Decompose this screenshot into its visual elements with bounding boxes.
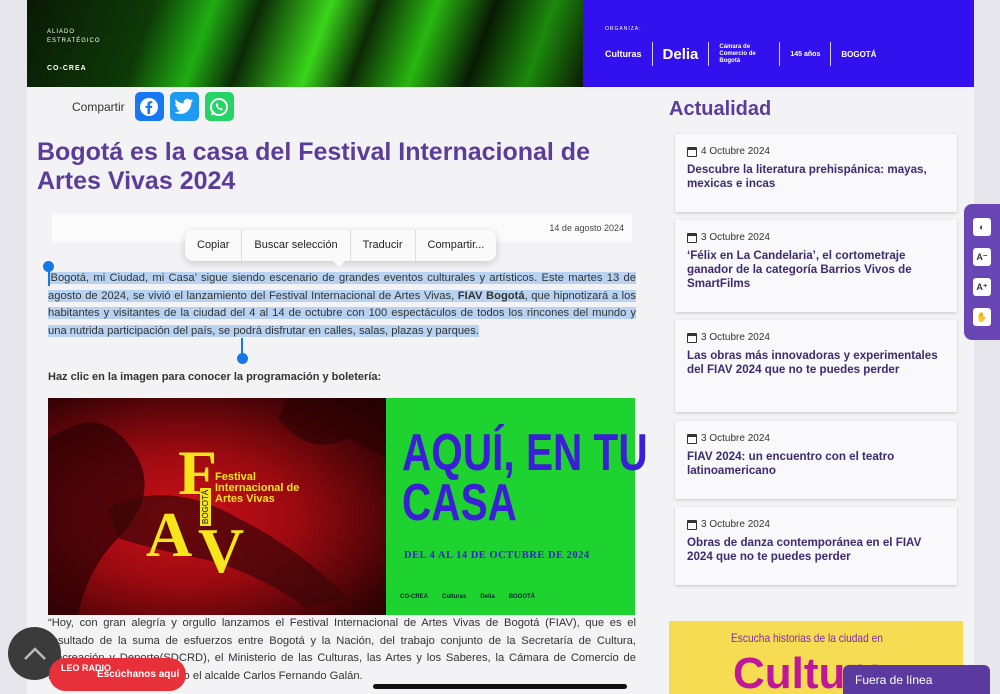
poster-logo-cocrea: CO-CREA — [400, 594, 428, 600]
copy-menu-item[interactable]: Copiar — [185, 230, 243, 261]
facebook-share-button[interactable] — [134, 92, 164, 121]
share-label: Compartir — [72, 99, 125, 114]
news-card-headline[interactable]: FIAV 2024: un encuentro con el teatro la… — [687, 450, 945, 478]
bogota-logo: BOGOTÁ — [841, 49, 877, 59]
news-card-date: 3 Octubre 2024 — [687, 519, 945, 530]
news-card-headline[interactable]: Obras de danza contemporánea en el FIAV … — [687, 536, 945, 564]
festival-poster-link[interactable]: F A V Festival Internacional de Artes Vi… — [48, 398, 648, 615]
translate-menu-item[interactable]: Traducir — [351, 230, 416, 261]
facebook-icon — [140, 97, 159, 116]
news-card-headline[interactable]: Descubre la literatura prehispánica: may… — [687, 163, 945, 191]
news-card-date-text: 3 Octubre 2024 — [701, 232, 770, 243]
news-card[interactable]: 4 Octubre 2024 Descubre la literatura pr… — [675, 134, 957, 212]
calendar-icon — [687, 433, 697, 444]
calendar-icon — [687, 332, 697, 343]
poster-logo-culturas: Culturas — [442, 594, 467, 600]
poster-sponsor-logos: CO-CREA Culturas Delia BOGOTÁ — [400, 594, 535, 600]
accessibility-toolbar: ◐ A⁻ A⁺ ✋ — [964, 204, 1000, 340]
calendar-icon — [687, 519, 697, 530]
selection-start-handle[interactable] — [43, 261, 54, 272]
calendar-icon — [687, 146, 697, 157]
cocrea-logo: CO-CREA — [47, 65, 87, 72]
twitter-share-button[interactable] — [169, 92, 199, 121]
whatsapp-share-button[interactable] — [204, 92, 234, 121]
news-card-date: 3 Octubre 2024 — [687, 433, 945, 444]
article-title: Bogotá es la casa del Festival Internaci… — [37, 138, 590, 195]
banner-image: ALIADO ESTRATÉGICO CO-CREA — [27, 0, 583, 87]
article-lead-paragraph[interactable]: ‘Bogotá, mi Ciudad, mi Casa’ sigue siend… — [48, 270, 636, 340]
calendar-icon — [687, 232, 697, 243]
news-card-headline[interactable]: ‘Félix en La Candelaria’, el cortometraj… — [687, 249, 945, 291]
sign-language-icon[interactable]: ✋ — [973, 308, 991, 326]
home-indicator[interactable] — [373, 684, 627, 689]
organizer-logos: Culturas Delia Cámara de Comercio de Bog… — [605, 42, 876, 66]
sidebar-title: Actualidad — [669, 98, 772, 120]
poster-bogota-tag: BOGOTÁ — [200, 487, 211, 526]
promo-text: Escucha historias de la ciudad en — [731, 631, 883, 645]
anniversary-logo: 145 años — [790, 50, 821, 58]
share-menu-item[interactable]: Compartir... — [416, 230, 497, 261]
culturas-logo: Culturas — [605, 49, 642, 59]
delia-logo: Delia — [662, 45, 699, 63]
poster-green-panel: AQUÍ, EN TU CASA DEL 4 AL 14 DE OCTUBRE … — [386, 398, 648, 615]
leo-radio-logo: LEO RADIO — [61, 663, 112, 673]
search-selection-menu-item[interactable]: Buscar selección — [242, 230, 351, 261]
contrast-icon[interactable]: ◐ — [973, 218, 991, 236]
top-banner[interactable]: ALIADO ESTRATÉGICO CO-CREA ORGANIZA: Cul… — [27, 0, 974, 87]
twitter-bird-icon — [174, 98, 194, 114]
organiza-label: ORGANIZA: — [605, 26, 642, 32]
chevron-up-icon — [23, 646, 46, 660]
divider — [651, 42, 653, 66]
share-bar: Compartir — [72, 92, 234, 121]
program-instruction: Haz clic en la imagen para conocer la pr… — [48, 371, 382, 383]
poster-dates: DEL 4 AL 14 DE OCTUBRE DE 2024 — [404, 550, 590, 561]
news-card-date: 3 Octubre 2024 — [687, 232, 945, 243]
text-selection-menu: Copiar Buscar selección Traducir Compart… — [185, 230, 497, 267]
ccb-logo: Cámara de Comercio de Bogotá — [719, 43, 756, 64]
poster-photo: F A V Festival Internacional de Artes Vi… — [48, 398, 386, 615]
increase-font-icon[interactable]: A⁺ — [973, 278, 991, 296]
news-card-date: 3 Octubre 2024 — [687, 332, 945, 343]
news-card-date-text: 3 Octubre 2024 — [701, 433, 770, 444]
article-date: 14 de agosto 2024 — [549, 223, 624, 233]
news-card-date-text: 3 Octubre 2024 — [701, 332, 770, 343]
radio-listen-button[interactable]: LEO RADIO Escúchanos aquí — [49, 658, 186, 691]
news-card[interactable]: 3 Octubre 2024 ‘Félix en La Candelaria’,… — [675, 220, 957, 312]
news-card-date: 4 Octubre 2024 — [687, 146, 945, 157]
news-card-date-text: 4 Octubre 2024 — [701, 146, 770, 157]
selected-text[interactable]: ‘Bogotá, mi Ciudad, mi Casa’ sigue siend… — [48, 272, 636, 337]
whatsapp-icon — [210, 97, 229, 116]
news-card-headline[interactable]: Las obras más innovadoras y experimental… — [687, 349, 945, 377]
poster-logo-bogota: BOGOTÁ — [508, 594, 536, 600]
selection-end-handle[interactable] — [237, 353, 248, 364]
divider — [779, 42, 781, 66]
divider — [830, 42, 832, 66]
news-card[interactable]: 3 Octubre 2024 Obras de danza contemporá… — [675, 507, 957, 585]
news-card[interactable]: 3 Octubre 2024 Las obras más innovadoras… — [675, 320, 957, 412]
aliado-label: ALIADO ESTRATÉGICO — [47, 29, 101, 44]
banner-organizers: ORGANIZA: Culturas Delia Cámara de Comer… — [583, 0, 974, 87]
news-card[interactable]: 3 Octubre 2024 FIAV 2024: un encuentro c… — [675, 421, 957, 499]
poster-festival-name: Festival Internacional de Artes Vivas — [215, 471, 300, 505]
poster-headline: AQUÍ, EN TU CASA — [402, 424, 648, 532]
news-card-date-text: 3 Octubre 2024 — [701, 519, 770, 530]
poster-logo-delia: Delia — [480, 594, 495, 600]
divider — [708, 42, 710, 66]
fiav-letter-a: A — [146, 499, 193, 570]
offline-chat-tab[interactable]: Fuera de línea — [843, 665, 990, 694]
fiav-bogota-bold: FIAV Bogotá — [457, 289, 525, 302]
decrease-font-icon[interactable]: A⁻ — [973, 248, 991, 266]
